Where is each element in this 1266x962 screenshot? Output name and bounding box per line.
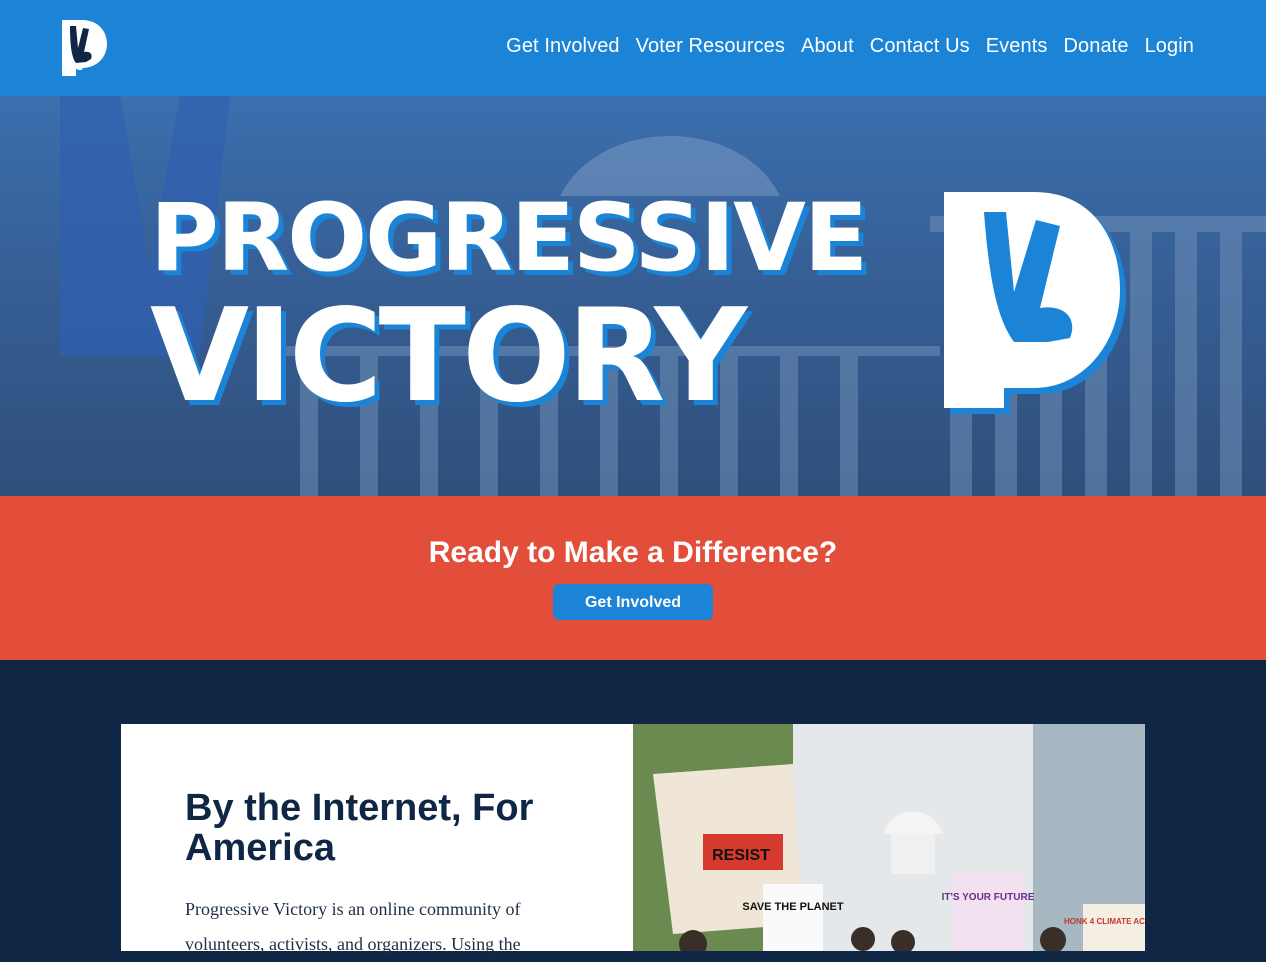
main-nav: Get Involved Voter Resources About Conta… <box>506 32 1194 60</box>
sign-save-planet: SAVE THE PLANET <box>742 901 844 913</box>
cta-heading: Ready to Make a Difference? <box>428 536 838 569</box>
about-heading: By the Internet, For America <box>185 787 534 869</box>
nav-login[interactable]: Login <box>1145 32 1194 60</box>
nav-about[interactable]: About <box>801 32 854 60</box>
logo-icon[interactable] <box>60 18 108 78</box>
nav-donate[interactable]: Donate <box>1063 32 1128 60</box>
sign-honk: HONK 4 CLIMATE ACTION <box>1064 917 1145 926</box>
about-card: By the Internet, For America Progressive… <box>121 724 633 954</box>
nav-get-involved[interactable]: Get Involved <box>506 32 620 60</box>
get-involved-button[interactable]: Get Involved <box>553 584 713 620</box>
cta-band: Ready to Make a Difference? Get Involved <box>0 496 1266 660</box>
hero-title-line-1: PROGRESSIVE <box>150 184 868 293</box>
site-header: Get Involved Voter Resources About Conta… <box>0 0 1266 96</box>
hero-title-line-2: VICTORY <box>150 282 747 431</box>
nav-events[interactable]: Events <box>986 32 1048 60</box>
sign-resist: RESIST <box>712 847 770 864</box>
nav-contact-us[interactable]: Contact Us <box>870 32 970 60</box>
protest-photo: RESIST SAVE THE PLANET IT'S YOUR FUTURE … <box>633 724 1145 951</box>
nav-voter-resources[interactable]: Voter Resources <box>636 32 785 60</box>
sign-its-your-future: IT'S YOUR FUTURE <box>942 892 1035 903</box>
about-body-text: Progressive Victory is an online communi… <box>185 899 521 954</box>
hero-banner: PROGRESSIVE VICTORY <box>0 96 1266 496</box>
